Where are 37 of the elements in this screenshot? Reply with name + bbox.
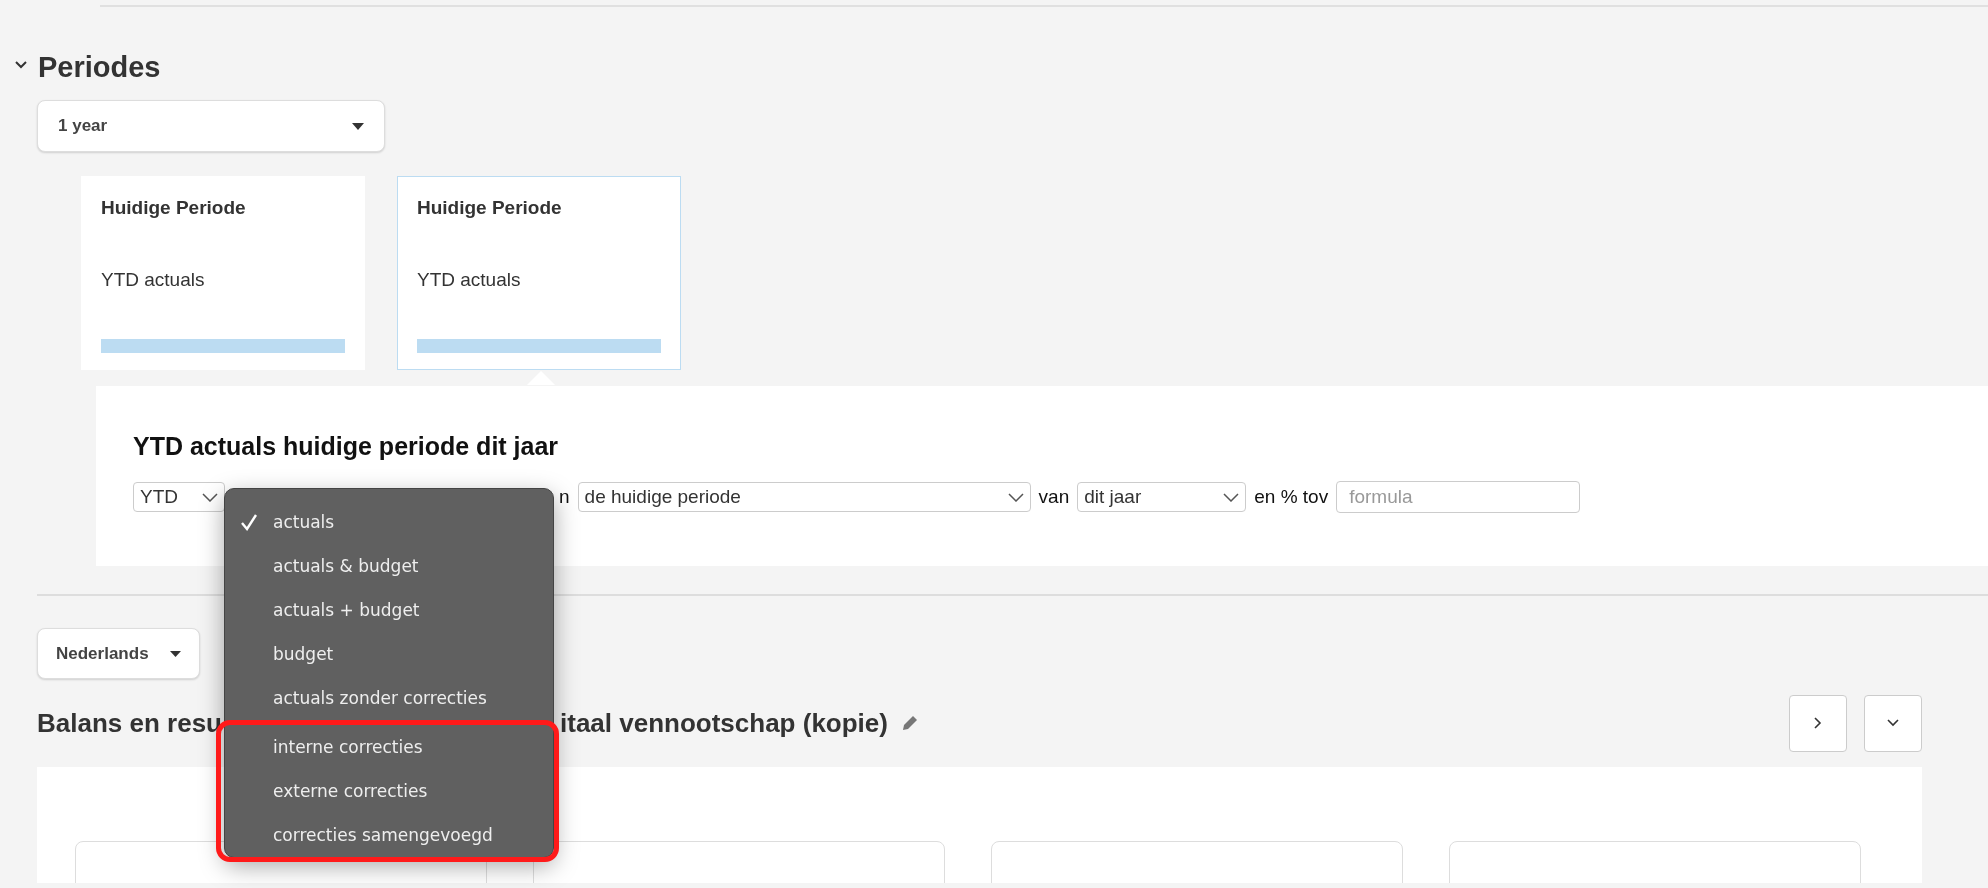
menu-item[interactable]: actuals + budget	[225, 588, 553, 632]
dropdown-field[interactable]: YTD	[133, 482, 225, 512]
chevron-icon	[202, 492, 218, 502]
field-label: n	[559, 486, 570, 508]
period-card[interactable]: Huidige Periode YTD actuals	[81, 176, 365, 370]
menu-item[interactable]: actuals	[225, 500, 553, 544]
chevron-icon	[1223, 492, 1240, 502]
checkmark-icon	[240, 513, 258, 531]
card-subtitle: YTD actuals	[101, 269, 206, 291]
dropdown-field[interactable]: de huidige periode	[577, 482, 1031, 512]
menu-item[interactable]: interne correcties	[225, 725, 548, 769]
report-title: Balans en resu	[37, 707, 223, 739]
field-label: van	[1038, 486, 1070, 508]
card-title: Huidige Periode	[417, 197, 563, 219]
dropdown-field[interactable]: dit jaar	[1077, 482, 1247, 512]
language-select[interactable]: Nederlands	[37, 628, 200, 679]
menu-item[interactable]: actuals & budget	[225, 544, 553, 588]
chevron-right-icon	[1814, 717, 1822, 729]
formula-field[interactable]: formula	[1336, 481, 1581, 513]
caret-icon	[170, 650, 181, 657]
period-card[interactable]: Huidige Periode YTD actuals	[397, 176, 681, 370]
chevron-icon	[1007, 492, 1024, 502]
section-title: Periodes	[38, 51, 161, 84]
next-button[interactable]	[1789, 694, 1847, 752]
menu-item[interactable]: externe correcties	[225, 769, 548, 813]
card-title: Huidige Periode	[101, 197, 247, 219]
menu-item[interactable]: correcties samengevoegd	[225, 813, 548, 857]
card-subtitle: YTD actuals	[417, 269, 522, 291]
detail-title: YTD actuals huidige periode dit jaar	[133, 432, 560, 461]
chevron-down-icon	[1887, 719, 1899, 727]
field-label: en % tov	[1254, 486, 1329, 508]
menu-item[interactable]: actuals zonder correcties	[225, 676, 553, 720]
period-select[interactable]: 1 year	[37, 100, 385, 152]
report-title: itaal vennootschap (kopie)	[560, 707, 888, 739]
caret-icon	[352, 122, 364, 130]
expand-button[interactable]	[1864, 694, 1922, 752]
menu-item[interactable]: budget	[225, 632, 553, 676]
